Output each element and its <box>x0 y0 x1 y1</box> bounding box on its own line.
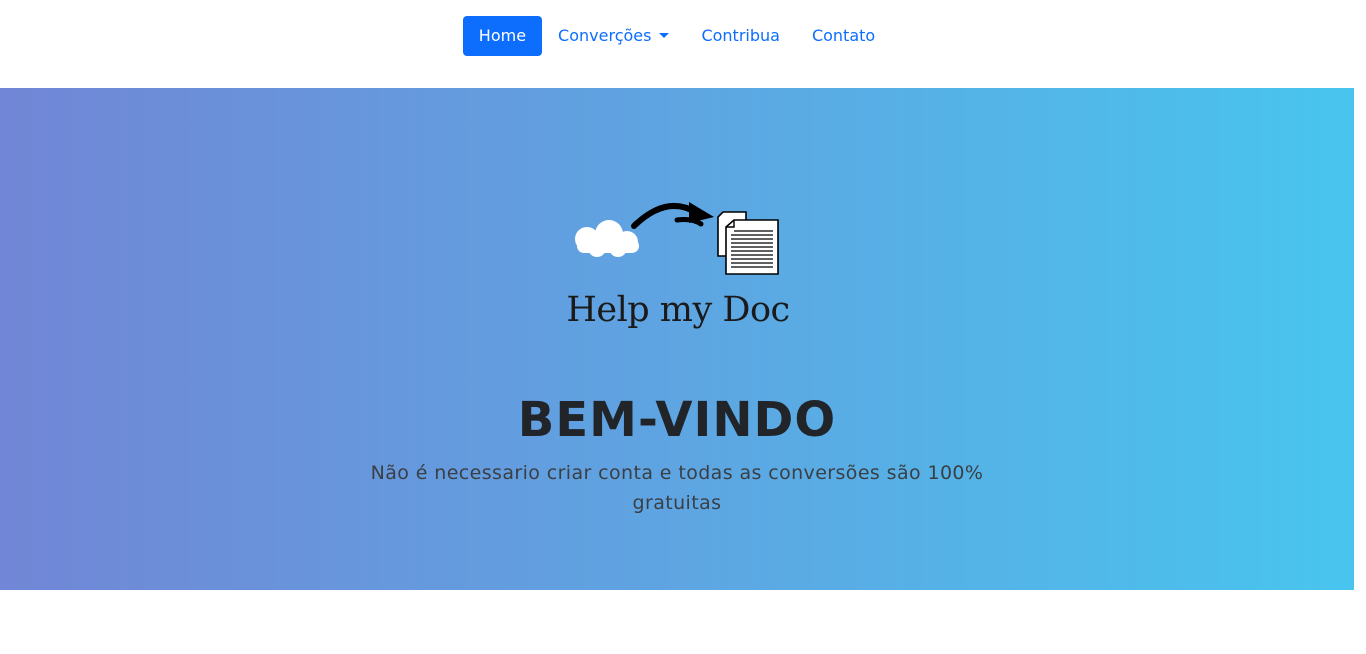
nav-item-conversions: Converções <box>542 16 685 56</box>
logo-graphic <box>575 202 779 275</box>
nav-list: Home Converções Contribua Contato <box>462 16 891 56</box>
document-icon <box>717 211 779 275</box>
nav-link-contact[interactable]: Contato <box>796 16 891 56</box>
nav-link-contribute[interactable]: Contribua <box>685 16 796 56</box>
nav-dropdown-conversions[interactable]: Converções <box>542 16 685 56</box>
logo-text: Help my Doc <box>566 290 790 330</box>
hero-subtitle: Não é necessario criar conta e todas as … <box>370 462 984 514</box>
top-navbar: Home Converções Contribua Contato <box>0 0 1354 88</box>
nav-link-home[interactable]: Home <box>462 16 543 56</box>
nav-dropdown-label: Converções <box>558 26 652 45</box>
site-logo: Help my Doc <box>565 196 791 330</box>
nav-item-contact: Contato <box>796 16 891 56</box>
arrow-icon <box>631 202 714 229</box>
nav-item-home: Home <box>462 16 543 56</box>
cloud-icon <box>575 220 639 257</box>
hero-section: Help my Doc BEM-VINDO Não é necessario c… <box>0 88 1354 590</box>
caret-down-icon <box>659 33 670 38</box>
hero-title: BEM-VINDO <box>517 392 837 448</box>
nav-item-contribute: Contribua <box>685 16 796 56</box>
